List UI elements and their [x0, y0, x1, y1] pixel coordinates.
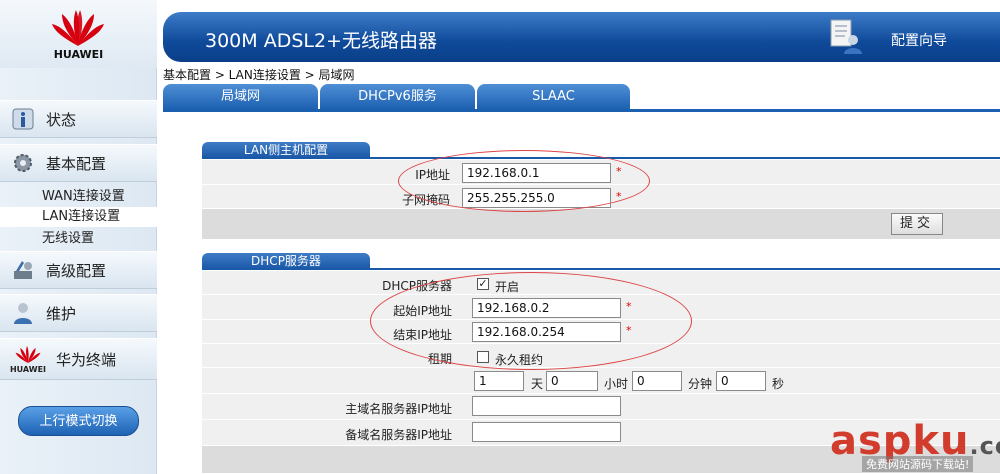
sidebar-item-basic-config[interactable]: 基本配置	[0, 144, 157, 182]
submit-button[interactable]: 提交	[891, 213, 943, 235]
sidebar-item-status[interactable]: 状态	[0, 100, 157, 138]
dhcp-lease-values-row	[202, 368, 1000, 394]
sidebar-item-huawei-terminal[interactable]: HUAWEI 华为终端	[0, 338, 157, 380]
huawei-small-brand: HUAWEI	[9, 365, 47, 374]
dns-secondary-label: 备域名服务器IP地址	[345, 428, 452, 442]
sidebar-item-maintenance[interactable]: 维护	[0, 294, 157, 332]
seconds-unit-label: 秒	[772, 377, 785, 391]
dns-primary-label: 主域名服务器IP地址	[345, 402, 452, 416]
breadcrumb: 基本配置 > LAN连接设置 > 局域网	[163, 68, 355, 82]
sidebar-item-lan[interactable]: LAN连接设置	[0, 207, 157, 227]
sidebar-item-wireless[interactable]: 无线设置	[0, 229, 157, 249]
lease-hours-input[interactable]	[546, 371, 598, 391]
tab-slaac[interactable]: SLAAC	[477, 84, 630, 110]
huawei-logo-icon	[52, 10, 104, 46]
sidebar-item-label: 高级配置	[46, 261, 107, 280]
lease-seconds-input[interactable]	[716, 371, 766, 391]
sidebar-item-label: 基本配置	[46, 154, 107, 173]
status-info-icon	[8, 104, 38, 134]
minutes-unit-label: 分钟	[688, 377, 713, 391]
days-unit-label: 天	[531, 377, 544, 391]
tools-icon	[8, 255, 38, 285]
highlight-ellipse	[370, 272, 692, 370]
sidebar-item-label: 维护	[46, 304, 77, 323]
uplink-mode-switch-button[interactable]: 上行模式切换	[18, 406, 139, 436]
lease-minutes-input[interactable]	[632, 371, 682, 391]
dns-primary-input[interactable]	[472, 396, 621, 416]
huawei-small-logo-icon: HUAWEI	[8, 344, 48, 374]
highlight-ellipse	[398, 150, 650, 212]
gear-icon	[8, 148, 38, 178]
config-wizard-link[interactable]: 配置向导	[891, 30, 947, 50]
user-maintenance-icon	[8, 298, 38, 328]
sidebar-item-label: 华为终端	[56, 350, 117, 369]
watermark-subtitle: 免费网站源码下载站!	[862, 456, 974, 472]
header-banner: 300M ADSL2+无线路由器 配置向导	[163, 12, 1000, 62]
sidebar-item-label: 状态	[46, 110, 77, 129]
lan-submit-row	[202, 209, 1000, 239]
sidebar-item-wan[interactable]: WAN连接设置	[0, 187, 157, 207]
hours-unit-label: 小时	[604, 377, 629, 391]
sidebar-item-advanced[interactable]: 高级配置	[0, 251, 157, 289]
tab-lan[interactable]: 局域网	[163, 84, 318, 110]
lease-days-input[interactable]	[474, 371, 524, 391]
page-title: 300M ADSL2+无线路由器	[205, 30, 437, 52]
watermark-suffix: .com	[969, 432, 1000, 460]
sidebar: HUAWEI 状态 基本配置 WAN连接设置 LAN连接设置 无线设置 高级配置…	[0, 0, 157, 474]
lan-section-title: LAN侧主机配置	[202, 142, 370, 158]
config-wizard-icon[interactable]	[829, 18, 863, 56]
dhcp-section-divider	[202, 268, 1000, 270]
huawei-logo: HUAWEI	[0, 0, 157, 68]
tab-dhcpv6[interactable]: DHCPv6服务	[320, 84, 475, 110]
dhcp-section-title: DHCP服务器	[202, 253, 370, 269]
brand-name: HUAWEI	[53, 48, 104, 61]
dns-secondary-input[interactable]	[472, 422, 621, 442]
